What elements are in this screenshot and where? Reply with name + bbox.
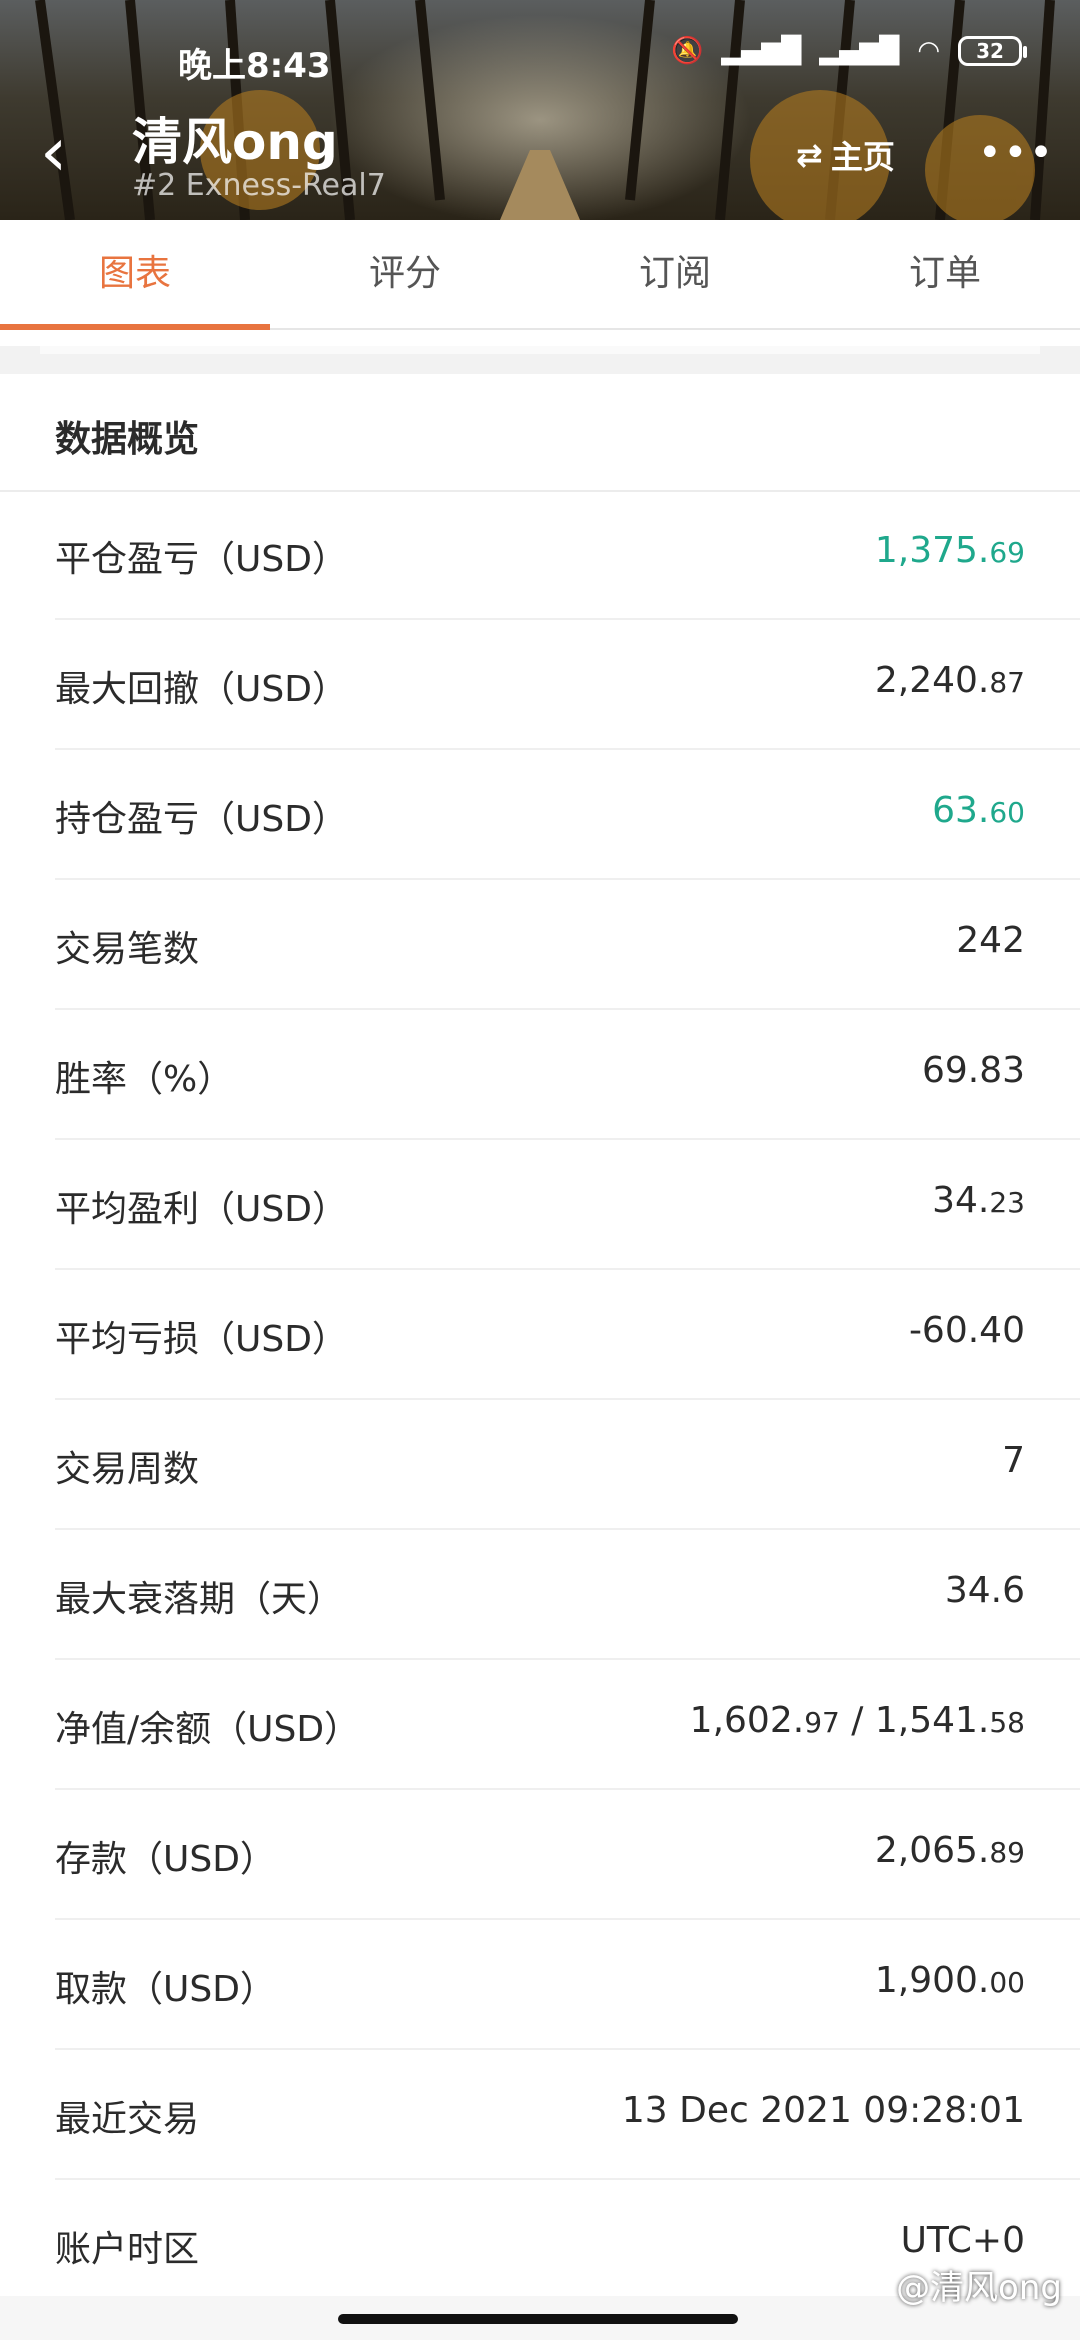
tab-bar: 图表 评分 订阅 订单 — [0, 220, 1080, 330]
mute-icon: 🔕 — [670, 36, 704, 66]
home-indicator[interactable] — [338, 2314, 738, 2324]
account-rank-server: #2 Exness-Real7 — [132, 168, 386, 203]
signal-icon: ▂▄▆█ — [721, 36, 802, 66]
status-icons: 🔕 ▂▄▆█ ▂▄▆█ ◠ 32 — [670, 36, 1027, 66]
home-label: 主页 — [830, 138, 895, 176]
stat-row-last-trade: 最近交易 13 Dec 2021 09:28:01 — [55, 2050, 1080, 2180]
stat-row-trade-count: 交易笔数 242 — [55, 880, 1080, 1010]
stat-row-max-drawdown: 最大回撤（USD） 2,240.87 — [55, 620, 1080, 750]
swap-icon: ⇄ — [796, 136, 823, 174]
stat-row-max-decline-period: 最大衰落期（天） 34.6 — [55, 1530, 1080, 1660]
stat-label: 净值/余额（USD） — [55, 1709, 361, 1750]
tab-subscribe[interactable]: 订阅 — [540, 220, 810, 328]
stat-label: 最大衰落期（天） — [55, 1579, 344, 1620]
status-time: 晚上8:43 — [178, 46, 331, 86]
stat-label: 平均盈利（USD） — [55, 1189, 348, 1230]
stat-label: 最近交易 — [55, 2099, 200, 2140]
stat-label: 最大回撤（USD） — [55, 669, 348, 710]
stat-value: 34.23 — [932, 1180, 1025, 1221]
stat-label: 交易笔数 — [55, 929, 200, 970]
profile-header: 晚上8:43 🔕 ▂▄▆█ ▂▄▆█ ◠ 32 ‹ 清风ong #2 Exnes… — [0, 0, 1080, 220]
more-options-icon[interactable]: ••• — [978, 130, 1055, 176]
stat-value: 63.60 — [932, 790, 1025, 831]
stat-row-withdrawal: 取款（USD） 1,900.00 — [55, 1920, 1080, 2050]
stat-row-win-rate: 胜率（%） 69.83 — [55, 1010, 1080, 1140]
stat-value: 2,065.89 — [874, 1830, 1025, 1871]
home-button[interactable]: ⇄ 主页 — [796, 132, 895, 178]
stat-row-closed-pnl: 平仓盈亏（USD） 1,375.69 — [55, 490, 1080, 620]
battery-icon: 32 — [958, 36, 1027, 66]
stat-label: 交易周数 — [55, 1449, 200, 1490]
stat-value: 1,375.69 — [874, 530, 1025, 571]
section-header: 数据概览 — [0, 374, 1080, 492]
stat-label: 胜率（%） — [55, 1059, 234, 1100]
stat-value: 2,240.87 — [874, 660, 1025, 701]
stat-row-equity-balance: 净值/余额（USD） 1,602.97 / 1,541.58 — [55, 1660, 1080, 1790]
stat-value: 242 — [956, 920, 1025, 961]
stat-label: 平仓盈亏（USD） — [55, 539, 348, 580]
section-separator — [0, 346, 1080, 374]
stat-value: UTC+0 — [900, 2220, 1025, 2261]
watermark: @清风ong — [896, 2268, 1062, 2308]
stat-value: 1,900.00 — [874, 1960, 1025, 2001]
tab-orders[interactable]: 订单 — [810, 220, 1080, 328]
stat-value: 69.83 — [921, 1050, 1025, 1091]
stat-value: 13 Dec 2021 09:28:01 — [621, 2090, 1025, 2131]
signal-icon-2: ▂▄▆█ — [819, 36, 900, 66]
stat-row-deposit: 存款（USD） 2,065.89 — [55, 1790, 1080, 1920]
stat-label: 平均亏损（USD） — [55, 1319, 348, 1360]
stat-label: 取款（USD） — [55, 1969, 276, 2010]
stat-label: 持仓盈亏（USD） — [55, 799, 348, 840]
status-bar: 晚上8:43 🔕 ▂▄▆█ ▂▄▆█ ◠ 32 — [0, 30, 1080, 90]
wifi-icon: ◠ — [917, 36, 940, 66]
stat-row-open-pnl: 持仓盈亏（USD） 63.60 — [55, 750, 1080, 880]
stat-value: 7 — [1002, 1440, 1025, 1481]
account-name: 清风ong — [132, 113, 338, 171]
section-title: 数据概览 — [55, 419, 200, 460]
stat-value: 1,602.97 / 1,541.58 — [689, 1700, 1025, 1741]
stat-row-trading-weeks: 交易周数 7 — [55, 1400, 1080, 1530]
stat-value: 34.6 — [944, 1570, 1025, 1611]
stat-label: 存款（USD） — [55, 1839, 276, 1880]
stat-label: 账户时区 — [55, 2229, 200, 2270]
tab-chart[interactable]: 图表 — [0, 220, 270, 330]
back-button[interactable]: ‹ — [40, 118, 90, 188]
stat-row-avg-profit: 平均盈利（USD） 34.23 — [55, 1140, 1080, 1270]
stats-list: 平仓盈亏（USD） 1,375.69 最大回撤（USD） 2,240.87 持仓… — [0, 490, 1080, 2310]
tab-rating[interactable]: 评分 — [270, 220, 540, 328]
stat-value: -60.40 — [908, 1310, 1025, 1351]
stat-row-avg-loss: 平均亏损（USD） -60.40 — [55, 1270, 1080, 1400]
